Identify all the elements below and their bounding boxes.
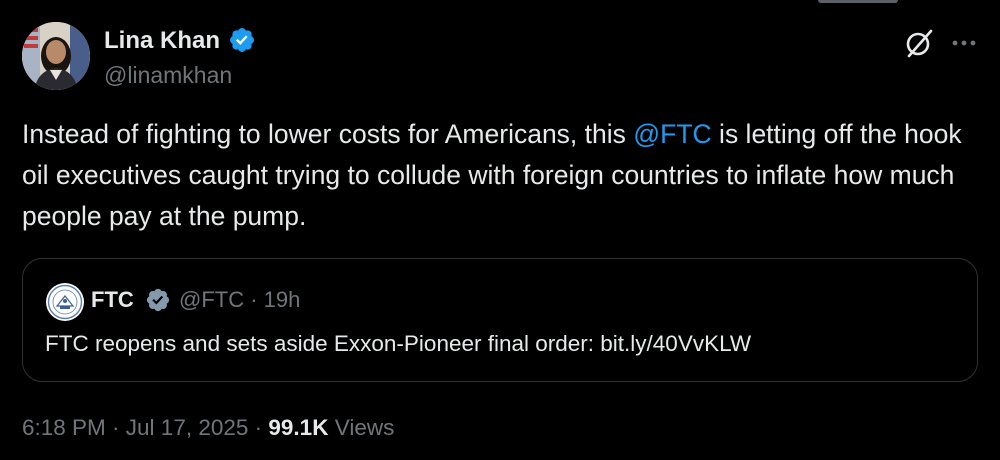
tweet-date[interactable]: Jul 17, 2025 [126,415,249,440]
views-label: Views [334,415,395,440]
author-handle[interactable]: @linamkhan [104,60,232,90]
tweet-time[interactable]: 6:18 PM [22,415,106,440]
quoted-meta: @FTC · 19h [179,286,300,314]
tweet-text-part: Instead of fighting to lower costs for A… [22,119,634,149]
ftc-seal-icon [46,283,84,321]
quoted-author-name[interactable]: FTC [91,286,134,314]
footer-separator: · [248,415,269,440]
more-dots-icon[interactable] [948,30,980,54]
gray-verified-check-icon[interactable] [145,287,171,313]
quoted-author-handle[interactable]: @FTC [179,287,244,312]
tweet-text: Instead of fighting to lower costs for A… [22,114,982,237]
tweet-footer: 6:18 PM · Jul 17, 2025 · 99.1K Views [22,413,394,443]
author-avatar[interactable] [22,22,90,90]
quoted-tweet-text: FTC reopens and sets aside Exxon-Pioneer… [45,331,752,356]
author-name[interactable]: Lina Khan [104,26,220,56]
mention-link[interactable]: @FTC [633,119,711,149]
verified-check-icon[interactable] [228,26,256,54]
meta-separator: · [244,287,264,312]
quoted-tweet-card[interactable]: FTC @FTC · 19h FTC reopens and sets asid… [22,258,978,382]
views-count: 99.1K [268,415,329,440]
avatar-image [22,22,90,90]
footer-separator: · [105,415,126,440]
top-scroll-indicator [818,0,898,3]
quoted-tweet-age[interactable]: 19h [264,287,301,312]
grok-icon[interactable] [902,26,936,60]
